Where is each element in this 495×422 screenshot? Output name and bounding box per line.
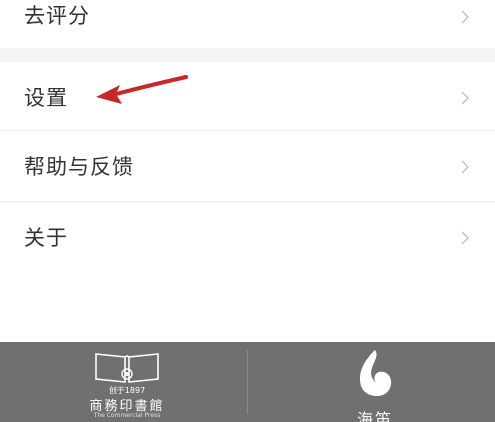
chevron-right-icon (461, 91, 470, 105)
menu-item-help-feedback[interactable]: 帮助与反馈 (0, 131, 495, 201)
haidi-logo: 海笛 (345, 346, 405, 422)
menu-item-help-feedback-label: 帮助与反馈 (24, 155, 134, 179)
menu-item-rate[interactable]: 去评分 (0, 0, 495, 48)
haidi-name: 海笛 (356, 410, 393, 422)
settings-screen: 去评分 设置 帮助与反馈 关于 创于1897 商務印書館 The Commerc… (0, 0, 495, 422)
section-gap (0, 48, 495, 62)
footer-divider (247, 350, 248, 414)
menu-item-settings[interactable]: 设置 (0, 62, 495, 130)
flame-drop-icon (359, 350, 392, 397)
chevron-right-icon (461, 10, 470, 24)
chevron-right-icon (461, 160, 470, 174)
menu-item-about-label: 关于 (24, 226, 68, 250)
menu-item-rate-label: 去评分 (24, 4, 90, 28)
open-book-icon (95, 353, 159, 383)
menu-item-about[interactable]: 关于 (0, 202, 495, 272)
chevron-right-icon (461, 231, 470, 245)
menu-item-settings-label: 设置 (24, 86, 68, 110)
commercial-press-logo: 创于1897 商務印書館 The Commercial Press (72, 348, 182, 419)
footer-brand-bar: 创于1897 商務印書館 The Commercial Press 海笛 (0, 342, 495, 422)
publisher-english-name: The Commercial Press (93, 412, 161, 419)
